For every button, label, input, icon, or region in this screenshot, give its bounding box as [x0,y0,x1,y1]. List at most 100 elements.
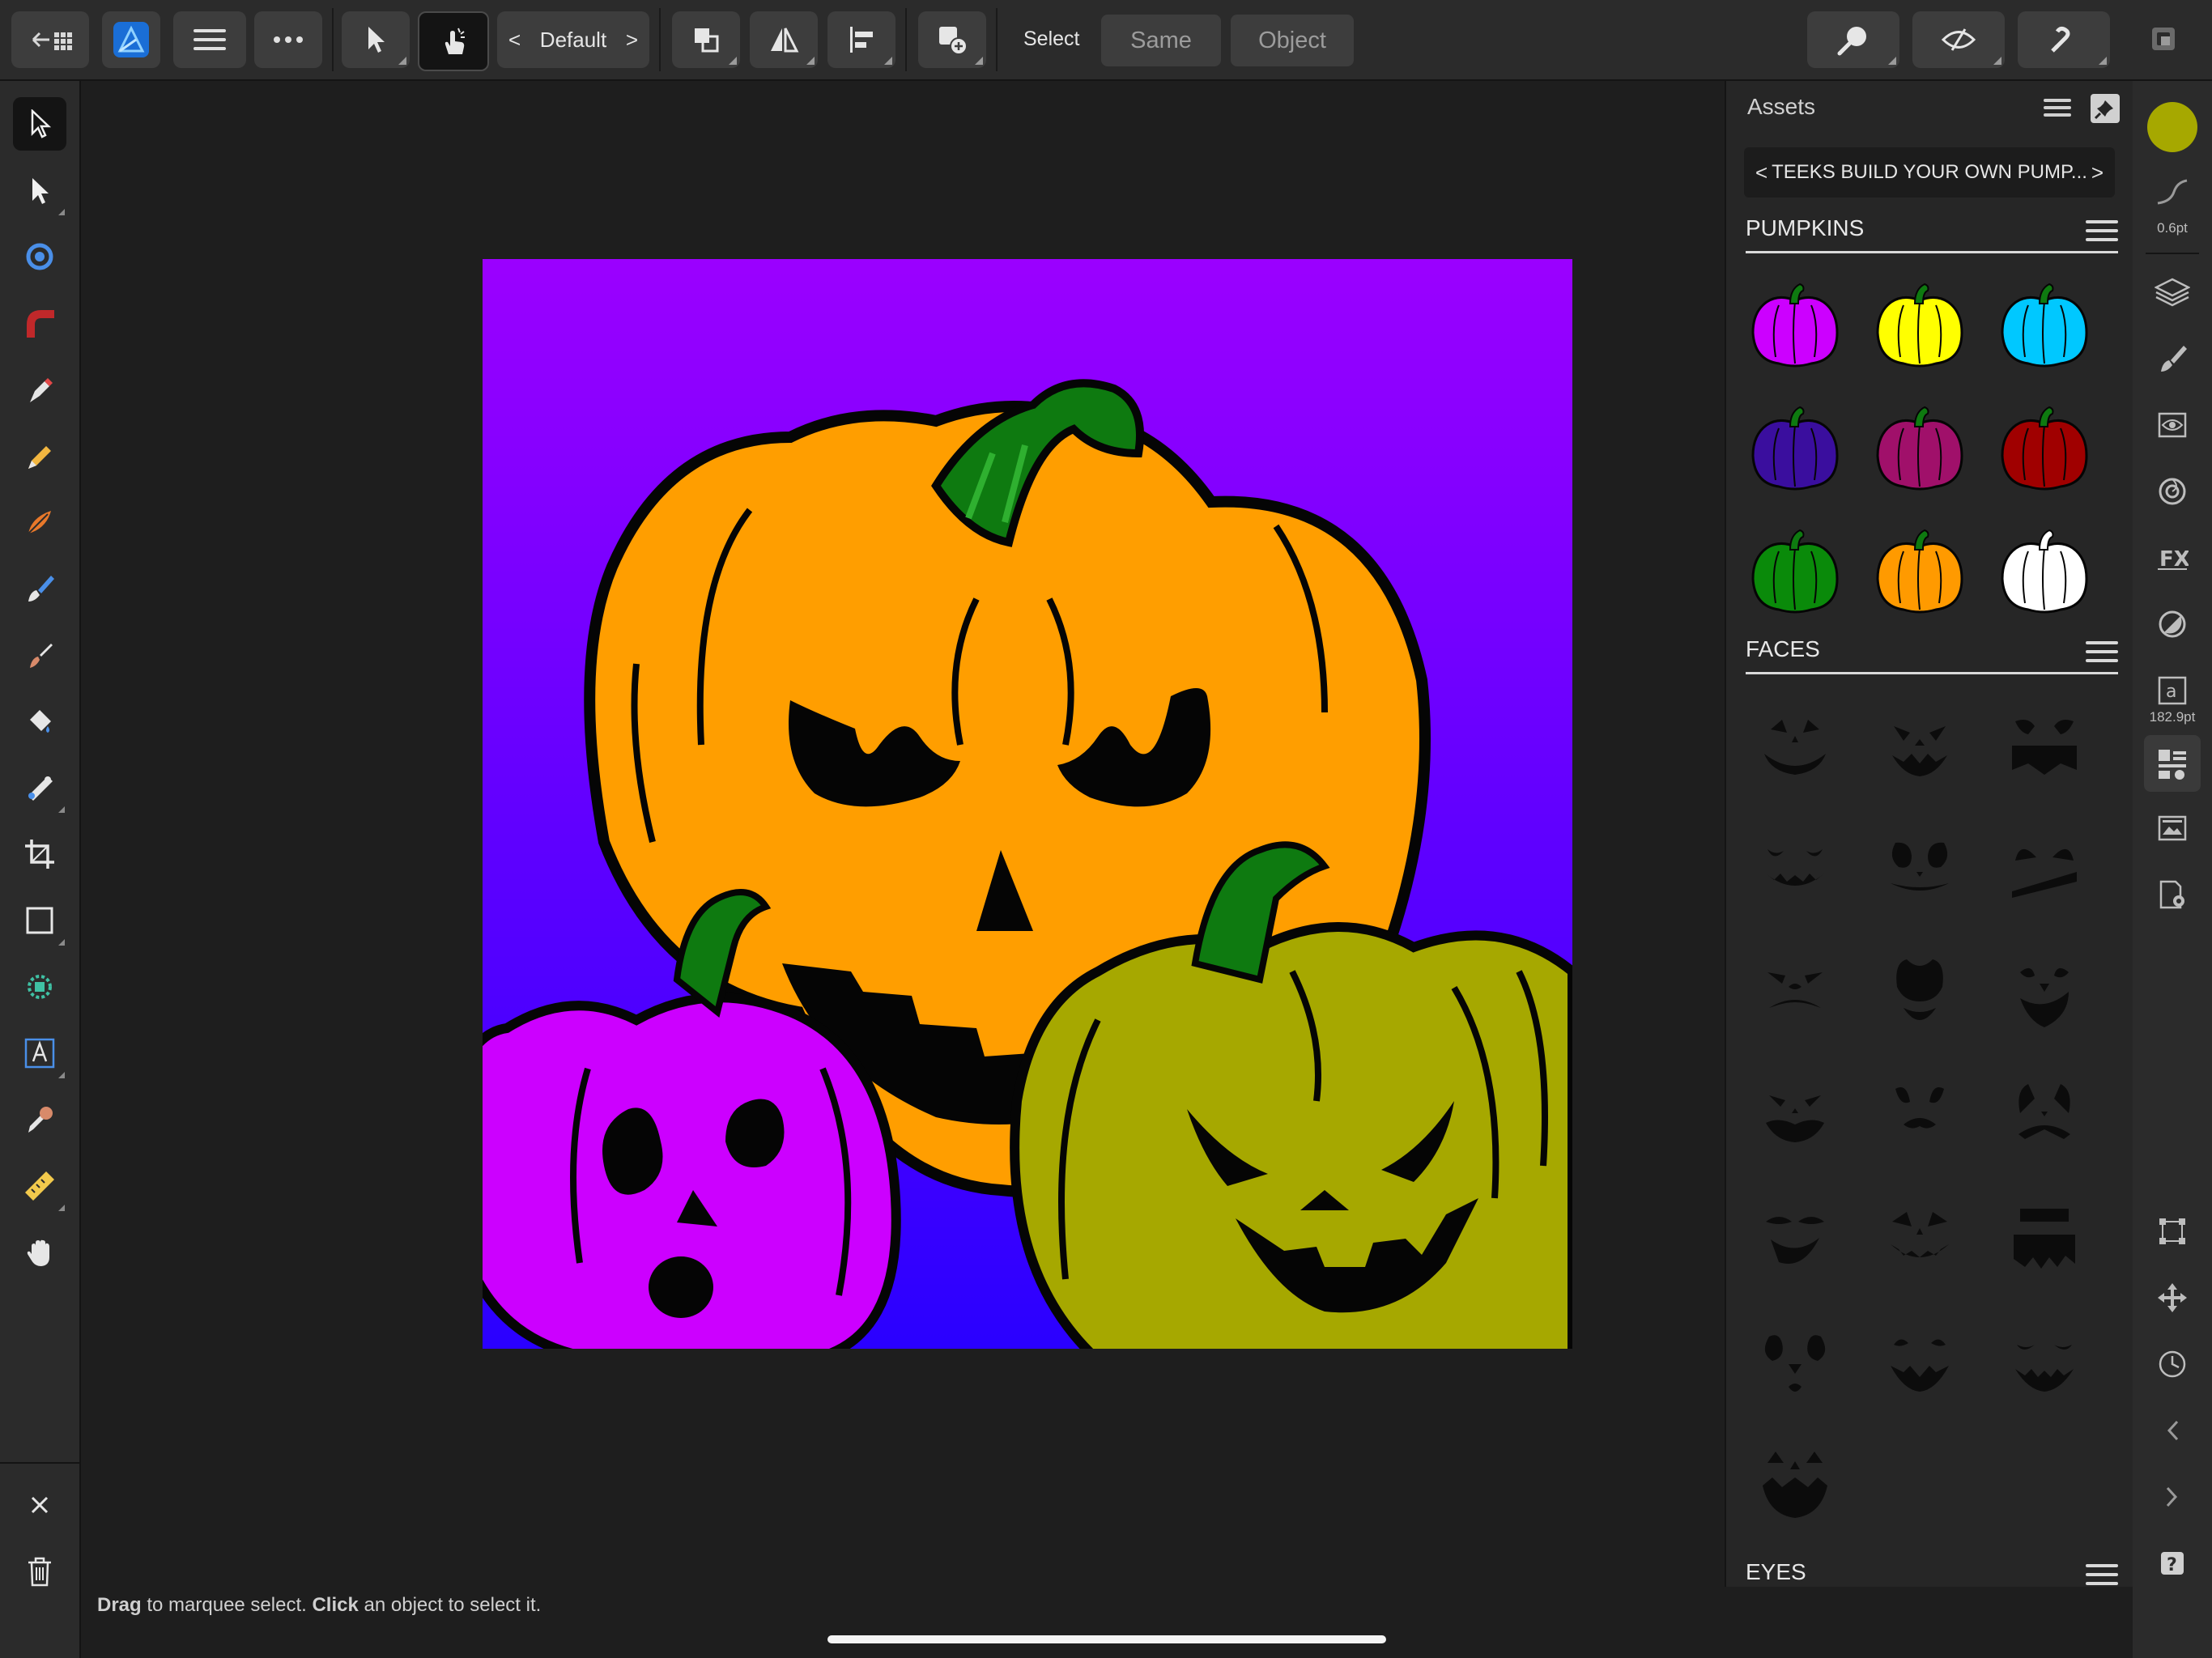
pumpkin-artwork[interactable] [483,259,1572,1349]
color-picker-tool[interactable] [13,1093,66,1146]
transparency-button[interactable] [2152,604,2193,644]
face-asset[interactable] [1867,1062,1972,1167]
view-tool[interactable] [13,1226,66,1279]
zoom-button[interactable] [1807,11,1899,68]
transform-button[interactable] [2152,1211,2193,1252]
paint-brush-tool[interactable] [13,562,66,615]
panel-menu-button[interactable] [2044,97,2073,121]
stock-button[interactable] [2152,808,2193,848]
vector-brush-icon [28,511,51,534]
face-asset[interactable] [1992,1185,2097,1290]
face-asset[interactable] [1742,1062,1848,1167]
insert-button[interactable] [918,11,986,68]
brushes-button[interactable] [2152,338,2193,379]
face-asset[interactable] [1992,1308,2097,1414]
contour-tool[interactable] [13,230,66,283]
category-header-pumpkins[interactable]: PUMPKINS [1746,210,2118,253]
history-button[interactable] [2152,1344,2193,1384]
close-button[interactable] [13,1478,66,1532]
view-quality-button[interactable] [1912,11,2005,68]
face-asset[interactable] [1742,1308,1848,1414]
text-styles-button[interactable]: a [2152,670,2193,711]
fill-tool[interactable] [13,695,66,748]
export-persona-button[interactable] [2149,24,2184,57]
touch-select-button[interactable] [418,11,489,71]
move-tool[interactable] [13,97,66,151]
canvas-area[interactable] [81,81,1725,1587]
face-asset[interactable] [1742,1185,1848,1290]
transparency-tool[interactable] [13,761,66,814]
vector-crop-tool[interactable] [13,960,66,1014]
document-menu-button[interactable] [173,11,246,68]
arrange-button[interactable] [672,11,740,68]
pumpkin-asset[interactable] [1992,272,2097,377]
snapping-button[interactable] [2018,11,2110,68]
face-asset[interactable] [1992,939,2097,1044]
fill-color-swatch[interactable] [2147,102,2197,152]
back-to-documents-button[interactable] [11,11,89,68]
collection-selector[interactable]: < TEEKS BUILD YOUR OWN PUMP... > [1744,147,2115,198]
category-menu-icon[interactable] [2086,1564,2118,1585]
pumpkin-asset[interactable] [1867,395,1972,500]
face-asset[interactable] [1867,939,1972,1044]
undo-button[interactable] [2152,1410,2193,1451]
pumpkin-asset[interactable] [1867,518,1972,623]
select-same-button[interactable]: Same [1101,15,1221,66]
next-collection-icon[interactable]: > [2091,160,2104,185]
pumpkin-asset[interactable] [1742,395,1848,500]
face-asset[interactable] [1992,816,2097,921]
appearance-button[interactable] [2152,471,2193,512]
face-asset[interactable] [1992,693,2097,798]
select-object-button[interactable]: Object [1231,15,1354,66]
face-asset[interactable] [1742,1431,1848,1537]
document-settings-button[interactable] [2152,874,2193,915]
artboard[interactable] [483,259,1572,1349]
pen-tool[interactable] [13,363,66,416]
rectangle-tool[interactable] [13,894,66,947]
navigator-button[interactable] [2152,405,2193,445]
help-button[interactable]: ? [2152,1543,2193,1584]
home-indicator[interactable] [827,1635,1386,1643]
previous-collection-icon[interactable]: < [1755,160,1767,185]
assets-button-active[interactable] [2144,735,2201,792]
stroke-width-value: 0.6pt [2157,220,2188,236]
layers-button[interactable] [2152,272,2193,312]
redo-button[interactable] [2152,1477,2193,1517]
stroke-width-button[interactable] [2152,172,2193,212]
move-tool-options-button[interactable] [342,11,410,68]
designer-persona-button[interactable] [102,11,160,68]
category-header-eyes[interactable]: EYES [1746,1554,2118,1587]
pumpkin-asset[interactable] [1867,272,1972,377]
face-asset[interactable] [1742,693,1848,798]
face-asset[interactable] [1867,1185,1972,1290]
category-menu-icon[interactable] [2086,641,2118,662]
face-asset[interactable] [1867,693,1972,798]
vector-brush-tool[interactable] [13,495,66,549]
pumpkin-asset[interactable] [1992,518,2097,623]
effects-button[interactable]: FX [2152,538,2193,578]
pumpkin-asset[interactable] [1742,518,1848,623]
flip-button[interactable] [750,11,818,68]
persona-selector[interactable]: < Default > [497,11,649,68]
pencil-tool[interactable] [13,429,66,483]
pixel-tool[interactable] [13,628,66,682]
corner-tool[interactable] [13,296,66,350]
face-asset[interactable] [1867,816,1972,921]
pumpkin-asset[interactable] [1992,395,2097,500]
move-nudge-button[interactable] [2152,1278,2193,1318]
more-options-button[interactable] [254,11,322,68]
pumpkin-asset[interactable] [1742,272,1848,377]
artistic-text-tool[interactable] [13,1027,66,1080]
category-menu-icon[interactable] [2086,220,2118,241]
crop-tool[interactable] [13,827,66,881]
category-header-faces[interactable]: FACES [1746,631,2118,674]
measure-tool[interactable] [13,1159,66,1213]
node-tool[interactable] [13,164,66,217]
face-asset[interactable] [1742,816,1848,921]
pin-panel-button[interactable] [2091,94,2120,123]
delete-button[interactable] [13,1545,66,1598]
face-asset[interactable] [1992,1062,2097,1167]
align-button[interactable] [827,11,895,68]
face-asset[interactable] [1867,1308,1972,1414]
face-asset[interactable] [1742,939,1848,1044]
